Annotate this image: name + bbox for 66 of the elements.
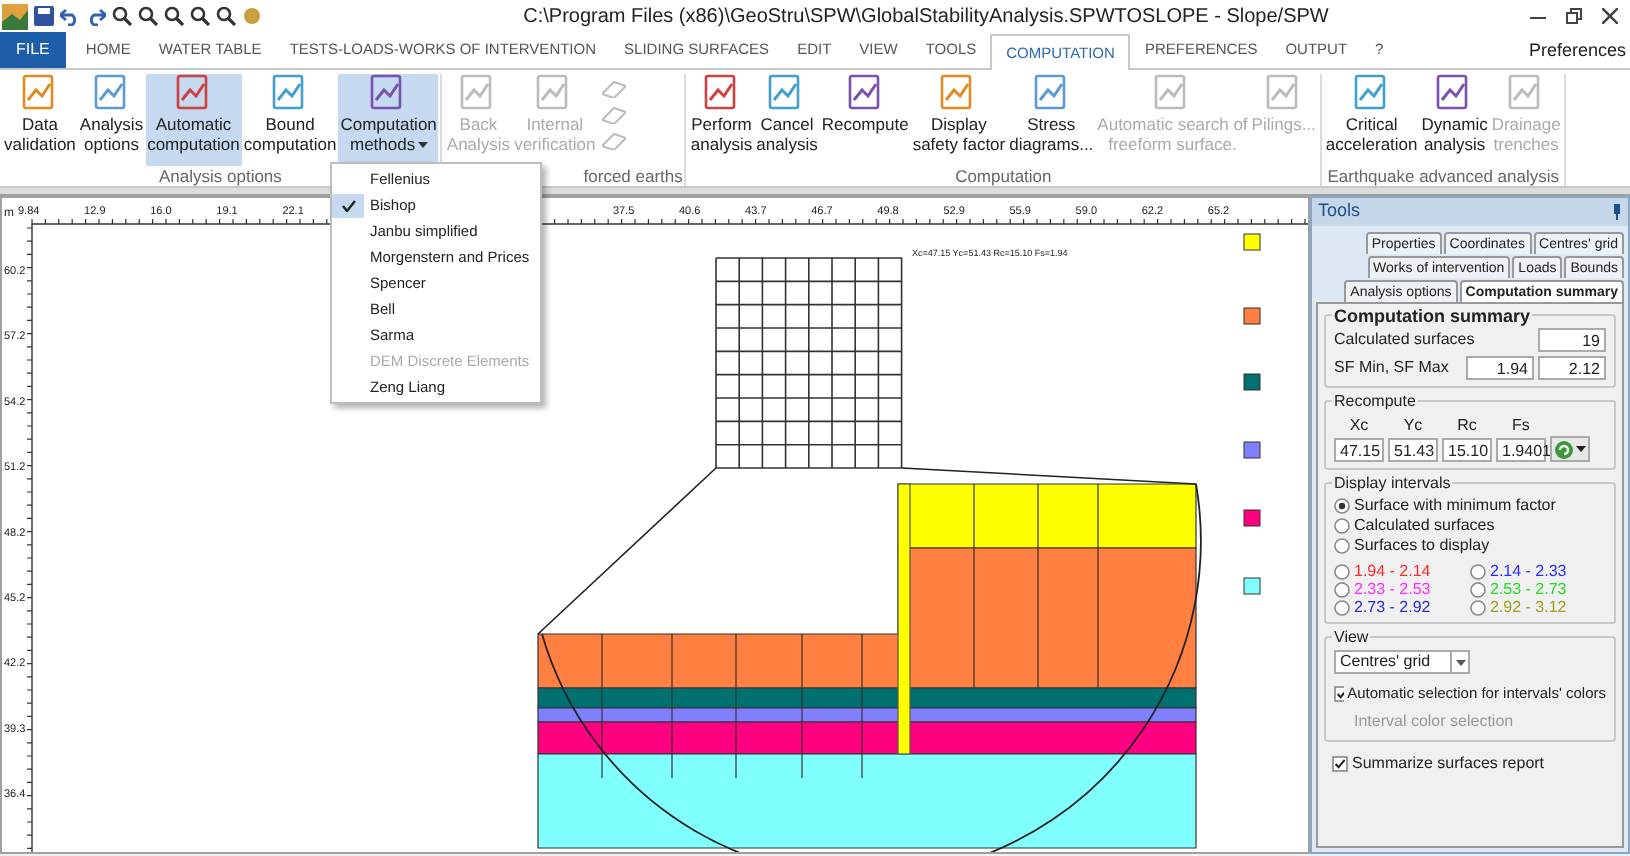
field-label: SF Min, SF Max: [1334, 356, 1451, 380]
caret-icon: [417, 142, 428, 149]
save-icon[interactable]: [34, 6, 54, 26]
magnifier-icon[interactable]: [190, 6, 210, 26]
group-title: Display intervals: [1332, 472, 1453, 496]
field-label: Yc: [1403, 414, 1423, 438]
option-label: Calculated surfaces: [1354, 514, 1495, 538]
radio-button[interactable]: [1470, 581, 1486, 597]
interval-label: 1.94 - 2.14: [1354, 559, 1431, 582]
field-label: Fs: [1512, 414, 1530, 438]
interval-label: 2.14 - 2.33: [1490, 559, 1567, 582]
group-title: Recompute: [1332, 390, 1418, 414]
field-label: Rc: [1457, 414, 1477, 438]
interval-label: 2.73 - 2.92: [1354, 595, 1431, 619]
magnifier-icon[interactable]: [138, 6, 158, 26]
magnifier-icon[interactable]: [216, 6, 236, 26]
refresh-icon: [1554, 439, 1574, 459]
magnifier-icon[interactable]: [112, 6, 132, 26]
radio-button[interactable]: [1334, 563, 1350, 579]
interval-label: 2.53 - 2.73: [1490, 577, 1567, 600]
group-label: Analysis options: [158, 166, 282, 188]
radio-button[interactable]: [1470, 599, 1486, 615]
group-title: Computation summary: [1332, 304, 1533, 331]
caret-icon: [1455, 659, 1465, 665]
radio-button[interactable]: [1470, 563, 1486, 579]
checkbox[interactable]: [1332, 756, 1348, 773]
radio-button[interactable]: [1334, 538, 1350, 554]
input-field[interactable]: 2.12: [1538, 356, 1606, 380]
window-title: C:\Program Files (x86)\GeoStru\SPW\GlobalStabilityAnalysis.SPWTOSLOPE - Slope/SPW: [521, 3, 1331, 31]
interval-label: 2.92 - 3.12: [1490, 595, 1567, 619]
radio-button[interactable]: [1334, 581, 1350, 597]
input-field[interactable]: 15.10: [1442, 438, 1492, 462]
view-select[interactable]: Centres' grid: [1334, 650, 1470, 674]
redo-icon[interactable]: [86, 6, 106, 26]
group-label: forced earths: [583, 166, 683, 188]
input-field[interactable]: 19: [1538, 328, 1606, 352]
app-logo-icon[interactable]: [2, 3, 28, 29]
checkmark-icon: [341, 199, 355, 211]
checkbox[interactable]: [1334, 685, 1344, 702]
magnifier-icon[interactable]: [164, 6, 184, 26]
field-label: Xc: [1349, 414, 1369, 438]
input-field[interactable]: 1.94: [1466, 356, 1534, 380]
group-label: Earthquake advanced analysis: [1327, 166, 1560, 188]
panel-title: Tools: [1318, 198, 1361, 225]
input-field[interactable]: 51.43: [1388, 438, 1438, 462]
pin-icon[interactable]: [1612, 204, 1622, 220]
dropdown-button[interactable]: Computation methods: [338, 74, 439, 166]
ribbon-button[interactable]: Automatic computation: [145, 74, 242, 166]
radio-button[interactable]: [1334, 498, 1350, 514]
checkbox-label: Summarize surfaces report: [1352, 752, 1545, 777]
caret-icon: [1576, 446, 1586, 452]
recompute-button[interactable]: [1550, 436, 1590, 462]
radio-button[interactable]: [1334, 518, 1350, 534]
group-label: Computation: [955, 166, 1052, 188]
option-label: Surfaces to display: [1354, 534, 1490, 558]
preferences-link[interactable]: Preferences: [1528, 38, 1626, 65]
close-icon[interactable]: [1602, 8, 1618, 24]
restore-icon[interactable]: [1566, 8, 1582, 24]
option-label: Surface with minimum factor: [1354, 494, 1556, 518]
file-tab[interactable]: FILE: [0, 32, 66, 68]
field-label: Calculated surfaces: [1334, 328, 1475, 352]
radio-button[interactable]: [1334, 599, 1350, 615]
input-field[interactable]: 47.15: [1334, 438, 1384, 462]
input-field[interactable]: 1.9401: [1496, 438, 1546, 462]
undo-icon[interactable]: [60, 6, 80, 26]
interval-label: 2.33 - 2.53: [1354, 577, 1431, 600]
